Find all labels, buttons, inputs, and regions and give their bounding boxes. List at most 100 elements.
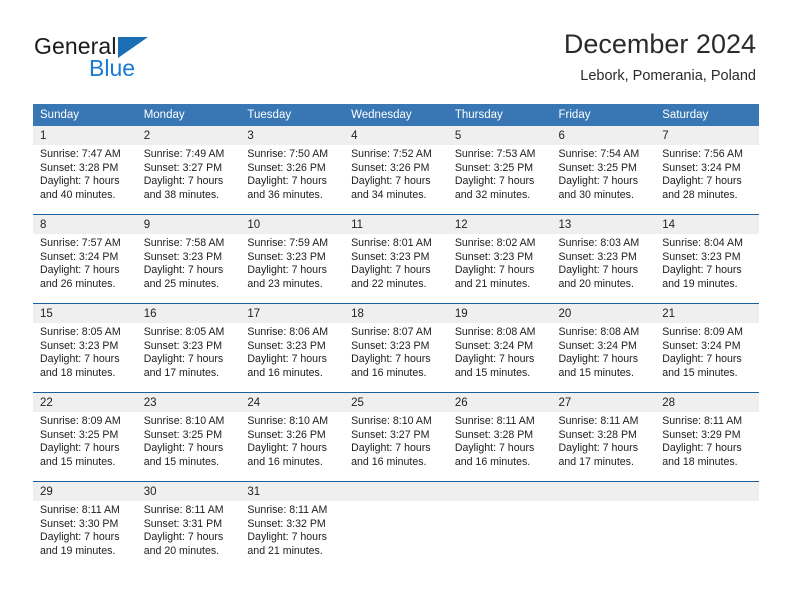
day-cell: Sunrise: 8:10 AM Sunset: 3:25 PM Dayligh… [136,412,241,482]
sunrise-text: Sunrise: 7:47 AM [40,148,121,160]
sunrise-text: Sunrise: 8:01 AM [351,237,432,249]
day-number[interactable]: 27 [551,392,656,412]
title-block: December 2024 Lebork, Pomerania, Poland [564,28,756,86]
sunset-text: Sunset: 3:23 PM [247,339,326,352]
day-number[interactable]: 2 [136,126,241,145]
sunset-text: Sunset: 3:28 PM [454,428,534,441]
daylight-text-line2: and 18 minutes. [40,366,116,379]
day-number[interactable]: 15 [33,303,137,323]
sunrise-text: Sunrise: 8:04 AM [662,237,743,249]
sunrise-text: Sunrise: 8:08 AM [558,326,640,338]
calendar-week-row: 15 16 17 18 19 20 21 Sunrise: 8:05 AM Su… [33,303,759,393]
calendar-week-row: 1 2 3 4 5 6 7 Sunrise: 7:47 AM Sunset: 3… [33,126,759,215]
daylight-text-line2: and 16 minutes. [247,366,323,379]
week-detail-row: Sunrise: 7:57 AM Sunset: 3:24 PM Dayligh… [33,234,759,304]
sunrise-text: Sunrise: 7:56 AM [662,148,743,160]
day-number[interactable]: 29 [33,481,137,501]
day-number[interactable]: 20 [551,303,656,323]
sunrise-text: Sunrise: 8:08 AM [454,326,536,338]
day-number[interactable]: 26 [447,392,552,412]
daylight-text-line2: and 28 minutes. [662,188,738,201]
sunrise-text: Sunrise: 7:57 AM [40,237,121,249]
day-number[interactable]: 25 [344,392,448,412]
weekday-header-sunday: Sunday [33,104,137,126]
day-number[interactable]: 28 [655,392,759,412]
day-number[interactable]: 9 [136,214,241,234]
daylight-text-line2: and 16 minutes. [351,455,427,468]
sunrise-text: Sunrise: 8:05 AM [143,326,225,338]
day-number[interactable]: 4 [344,126,448,145]
day-number[interactable]: 13 [551,214,656,234]
day-number[interactable]: 3 [240,126,345,145]
day-cell: Sunrise: 7:52 AM Sunset: 3:26 PM Dayligh… [344,145,448,215]
day-number[interactable]: 12 [447,214,552,234]
day-number[interactable]: 1 [33,126,137,145]
daylight-text-line2: and 30 minutes. [558,188,634,201]
week-daynumber-row: 22 23 24 25 26 27 28 [33,392,759,412]
sunset-text: Sunset: 3:23 PM [558,250,637,263]
calendar-week-row: 29 30 31 Sunrise: 8:11 AM Sunset: 3:30 P… [33,481,759,570]
brand-logo[interactable]: General Blue [34,33,264,89]
weekday-header-monday: Monday [136,104,241,126]
day-number[interactable]: 6 [551,126,656,145]
day-number[interactable]: 18 [344,303,448,323]
day-cell: Sunrise: 8:04 AM Sunset: 3:23 PM Dayligh… [655,234,759,304]
daylight-text-line2: and 23 minutes. [247,277,323,290]
sunset-text: Sunset: 3:28 PM [40,161,119,174]
sunset-text: Sunset: 3:23 PM [40,339,119,352]
week-daynumber-row: 15 16 17 18 19 20 21 [33,303,759,323]
day-number[interactable]: 10 [240,214,345,234]
daylight-text-line1: Daylight: 7 hours [143,175,224,188]
daylight-text-line2: and 21 minutes. [454,277,531,290]
day-cell: Sunrise: 8:11 AM Sunset: 3:28 PM Dayligh… [551,412,656,482]
sunrise-text: Sunrise: 8:10 AM [247,415,329,427]
day-number[interactable]: 19 [447,303,552,323]
daylight-text-line1: Daylight: 7 hours [351,175,431,188]
day-cell-empty [447,501,552,570]
day-number[interactable]: 14 [655,214,759,234]
day-cell: Sunrise: 7:54 AM Sunset: 3:25 PM Dayligh… [551,145,656,215]
day-number[interactable]: 5 [447,126,552,145]
daylight-text-line1: Daylight: 7 hours [558,353,639,366]
daylight-text-line1: Daylight: 7 hours [247,442,327,455]
sunrise-text: Sunrise: 8:10 AM [143,415,225,427]
day-number[interactable]: 7 [655,126,759,145]
sunset-text: Sunset: 3:25 PM [454,161,534,174]
day-number[interactable]: 30 [136,481,241,501]
sunrise-text: Sunrise: 8:02 AM [454,237,536,249]
sunset-text: Sunset: 3:24 PM [662,339,741,352]
sunset-text: Sunset: 3:25 PM [40,428,119,441]
day-number[interactable]: 16 [136,303,241,323]
sunrise-text: Sunrise: 7:58 AM [143,237,225,249]
sunrise-text: Sunrise: 8:11 AM [143,504,224,516]
day-cell: Sunrise: 8:11 AM Sunset: 3:29 PM Dayligh… [655,412,759,482]
day-number[interactable]: 24 [240,392,345,412]
day-number[interactable]: 22 [33,392,137,412]
day-number[interactable]: 21 [655,303,759,323]
day-cell: Sunrise: 7:49 AM Sunset: 3:27 PM Dayligh… [136,145,241,215]
day-number-empty [655,481,759,501]
sunset-text: Sunset: 3:26 PM [247,161,326,174]
week-detail-row: Sunrise: 7:47 AM Sunset: 3:28 PM Dayligh… [33,145,759,215]
sunset-text: Sunset: 3:23 PM [143,339,223,352]
sunrise-text: Sunrise: 7:59 AM [247,237,329,249]
daylight-text-line2: and 15 minutes. [558,366,634,379]
daylight-text-line1: Daylight: 7 hours [558,175,639,188]
daylight-text-line2: and 26 minutes. [40,277,116,290]
weekday-header-friday: Friday [551,104,656,126]
weekday-header-saturday: Saturday [655,104,759,126]
day-number[interactable]: 23 [136,392,241,412]
sunset-text: Sunset: 3:23 PM [351,250,430,263]
daylight-text-line1: Daylight: 7 hours [351,442,431,455]
day-number[interactable]: 17 [240,303,345,323]
daylight-text-line1: Daylight: 7 hours [247,175,327,188]
sunrise-text: Sunrise: 8:07 AM [351,326,432,338]
day-number[interactable]: 11 [344,214,448,234]
week-daynumber-row: 29 30 31 [33,481,759,501]
day-number[interactable]: 8 [33,214,137,234]
day-cell: Sunrise: 8:05 AM Sunset: 3:23 PM Dayligh… [136,323,241,393]
daylight-text-line2: and 19 minutes. [40,544,116,557]
day-number[interactable]: 31 [240,481,345,501]
daylight-text-line2: and 15 minutes. [143,455,220,468]
sunset-text: Sunset: 3:24 PM [454,339,534,352]
